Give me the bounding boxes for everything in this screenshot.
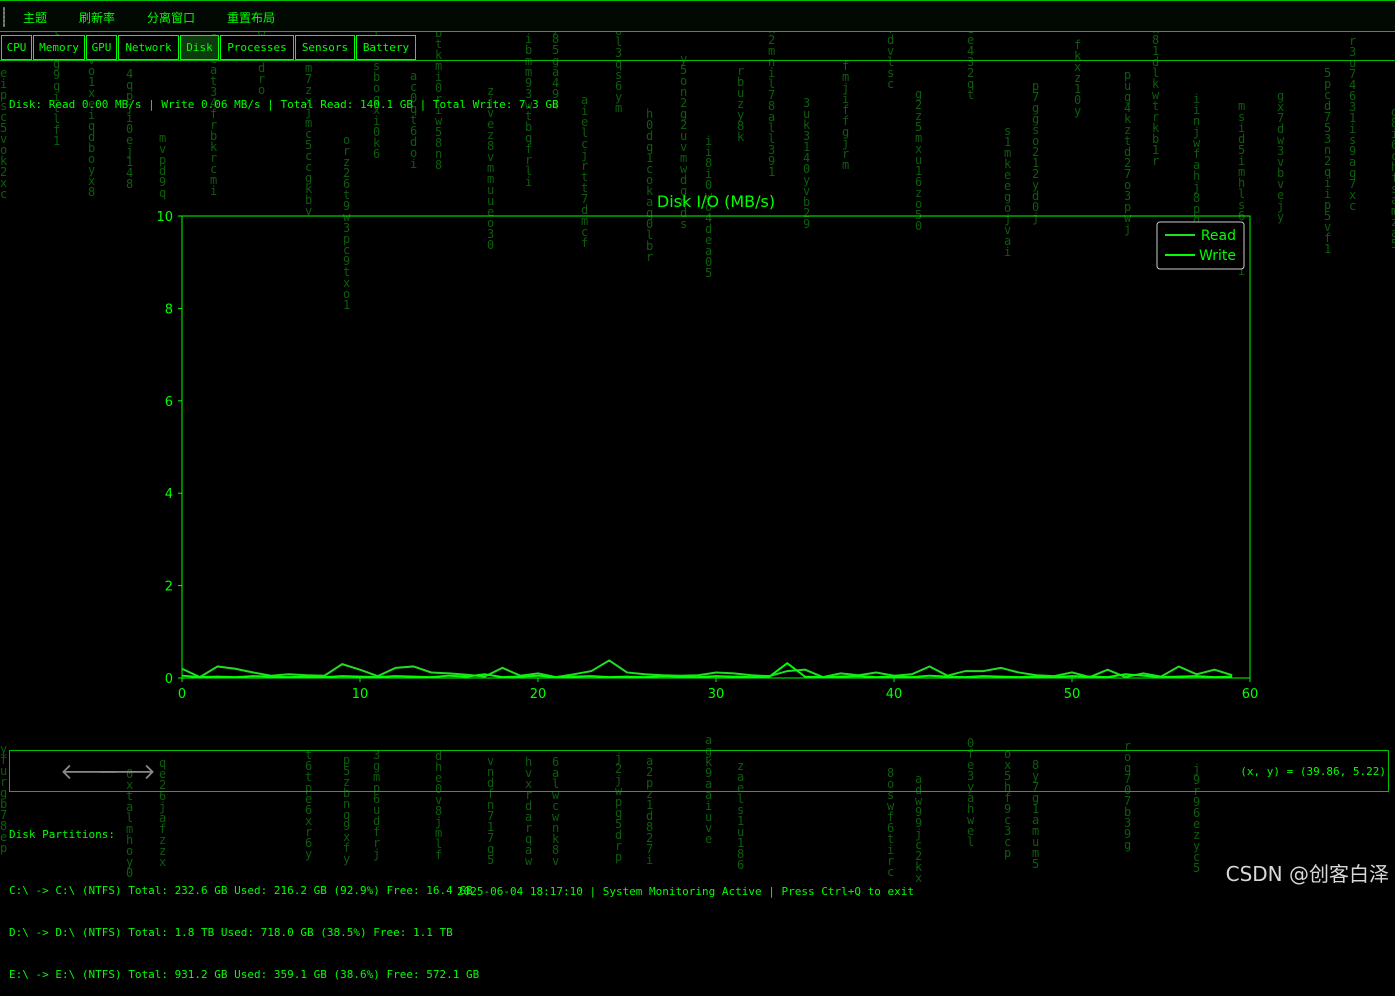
- rain-column: r b u z y 8 k: [737, 64, 745, 144]
- x-tick-label: 10: [352, 687, 369, 702]
- partition-line: D:\ -> D:\ (NTFS) Total: 1.8 TB Used: 71…: [9, 926, 453, 939]
- y-tick-label: 0: [165, 672, 173, 687]
- rain-column: e i p s c 5 v o k 2 x c: [0, 66, 8, 201]
- series-line-read: [181, 659, 1233, 679]
- disk-io-chart: Disk I/O (MB/s) 0 10 20 30 40 50 60 0 2 4 6 8 10 Read W…: [156, 192, 1259, 702]
- menu-theme[interactable]: 主题: [23, 9, 47, 26]
- tab-sensors[interactable]: Sensors: [295, 35, 355, 60]
- menu-reset-layout[interactable]: 重置布局: [227, 9, 275, 26]
- x-tick-label: 20: [530, 687, 547, 702]
- rain-column: 4 q p j i 0 e j 1 4 8: [126, 67, 134, 191]
- disk-partitions: Disk Partitions: C:\ -> C:\ (NTFS) Total…: [9, 800, 479, 996]
- tab-processes[interactable]: Processes: [220, 35, 294, 60]
- x-tick-label: 40: [886, 687, 903, 702]
- partition-line: E:\ -> E:\ (NTFS) Total: 931.2 GB Used: …: [9, 968, 480, 981]
- tab-network[interactable]: Network: [118, 35, 179, 60]
- plot-frame: [181, 215, 1251, 679]
- chart-title: Disk I/O (MB/s): [657, 192, 775, 211]
- arrow-right-icon[interactable]: 🡒: [97, 759, 156, 785]
- rain-column: a c 0 q t 6 d o i: [410, 69, 418, 171]
- rain-column: f m j i f f g j r m: [842, 59, 850, 172]
- tab-disk[interactable]: Disk: [180, 35, 219, 60]
- plot-navigation-toolbar: 🡐 🡒 (x, y) = (39.86, 5.22): [9, 750, 1389, 792]
- y-tick-label: 10: [156, 210, 173, 225]
- x-tick-label: 30: [708, 687, 725, 702]
- tab-bar: CPU Memory GPU Network Disk Processes Se…: [0, 33, 1395, 61]
- x-tick-label: 50: [1064, 687, 1081, 702]
- tab-cpu[interactable]: CPU: [1, 35, 32, 60]
- y-tick-label: 6: [165, 395, 173, 410]
- legend-label: Read: [1201, 228, 1236, 244]
- menu-refresh-rate[interactable]: 刷新率: [79, 9, 115, 26]
- rain-column: y f u r g b 7 8 e p: [0, 742, 8, 855]
- legend-label: Write: [1199, 248, 1236, 264]
- partitions-title: Disk Partitions:: [9, 828, 115, 841]
- y-tick-label: 4: [165, 487, 173, 502]
- disk-summary: Disk: Read 0.00 MB/s | Write 0.06 MB/s |…: [9, 98, 559, 111]
- y-tick-label: 2: [165, 580, 173, 595]
- status-bar: 2025-06-04 18:17:10 | System Monitoring …: [457, 885, 914, 898]
- x-tick-label: 60: [1242, 687, 1259, 702]
- tab-battery[interactable]: Battery: [356, 35, 416, 60]
- toolbar-grip-handle[interactable]: [3, 7, 5, 27]
- cursor-coordinates: (x, y) = (39.86, 5.22): [1240, 765, 1386, 778]
- watermark: CSDN @创客白泽: [1225, 862, 1389, 886]
- tab-memory[interactable]: Memory: [33, 35, 85, 60]
- menu-bar: 主题 刷新率 分离窗口 重置布局: [0, 0, 1395, 32]
- x-tick-label: 0: [178, 687, 186, 702]
- y-tick-label: 8: [165, 302, 173, 317]
- tab-gpu[interactable]: GPU: [86, 35, 117, 60]
- menu-detach-window[interactable]: 分离窗口: [147, 9, 195, 26]
